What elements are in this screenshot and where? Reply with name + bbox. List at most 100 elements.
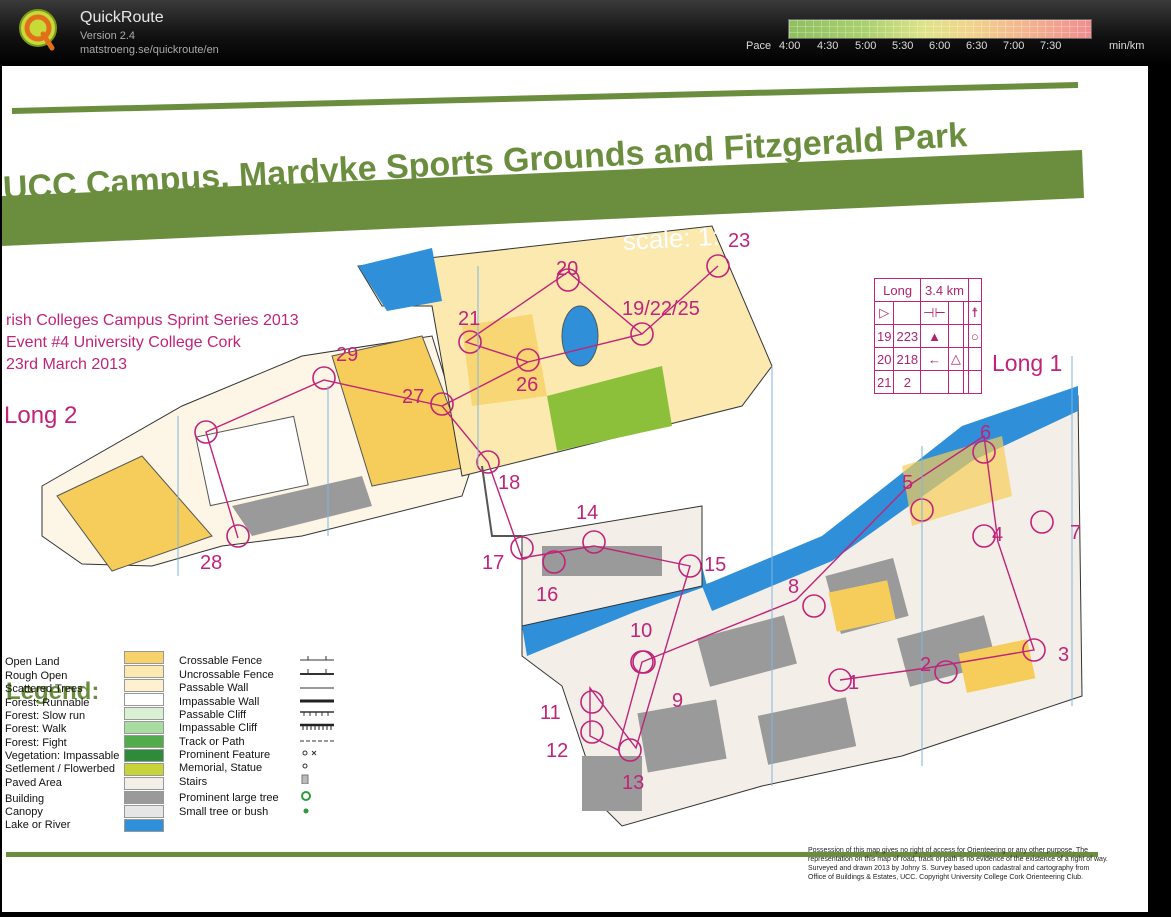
control-number: 8 [788, 576, 800, 598]
legend-label: Setlement / Flowerbed [5, 763, 116, 775]
open-triangle-icon: △ [947, 347, 964, 371]
legend-symbol-label: Prominent large tree [179, 792, 279, 804]
app-version: Version 2.4 [80, 30, 136, 42]
event-line: 23rd March 2013 [6, 356, 127, 373]
legend-label: Lake or River [5, 819, 71, 831]
cd-num: 20 [873, 347, 895, 371]
control-number: 10 [630, 620, 653, 642]
prominent-feature-icon [302, 750, 317, 756]
legend-swatch [124, 651, 164, 664]
legend-swatch [124, 805, 164, 818]
cd-code: 2 [893, 370, 922, 394]
fence-symbol-icon [300, 656, 334, 661]
legend-label: Building [5, 793, 45, 805]
control-number: 11 [540, 702, 561, 724]
control-number: 13 [622, 772, 645, 794]
cd-cell [967, 370, 982, 394]
cd-cell [967, 347, 982, 371]
legend-label: Forest: Walk [5, 723, 67, 735]
control-number: 21 [458, 308, 481, 330]
event-line: rish Colleges Campus Sprint Series 2013 [6, 312, 299, 329]
pace-tick: 6:30 [966, 40, 988, 52]
large-tree-icon [301, 791, 311, 801]
cd-cell [947, 301, 964, 325]
cd-code: 218 [893, 347, 922, 371]
cd-cell [947, 324, 964, 348]
pace-tick: 4:00 [779, 40, 801, 52]
uncrossable-fence-icon [300, 669, 334, 675]
legend-swatch [124, 777, 164, 790]
passable-wall-icon [300, 687, 334, 689]
cd-length: 3.4 km [920, 278, 969, 302]
pace-tick: 5:30 [892, 40, 914, 52]
quickroute-logo-icon [19, 9, 57, 51]
legend-symbol-label: Stairs [179, 776, 208, 788]
legend-symbol-label: Prominent Feature [179, 749, 271, 761]
cd-course: Long [873, 278, 922, 302]
legend-symbol-label: Memorial, Statue [179, 762, 263, 774]
legend-symbol-label: Passable Wall [179, 682, 249, 694]
control-number: 26 [516, 374, 539, 396]
control-description: Long 3.4 km ▷ ⊣⊢ ☨ 19 223 ▲ ○ 20 218 ← △… [873, 278, 1078, 400]
control-number: 23 [728, 230, 751, 252]
pace-unit: min/km [1109, 40, 1145, 52]
cd-cell [893, 301, 922, 325]
control-number: 28 [200, 552, 223, 574]
app-name: QuickRoute [80, 9, 164, 26]
start-triangle-icon: ▷ [873, 301, 895, 325]
passable-cliff-icon [300, 711, 334, 716]
control-number: 1 [848, 672, 860, 694]
cd-code: 223 [893, 324, 922, 348]
pace-tick: 5:00 [855, 40, 877, 52]
pace-tick: 6:00 [929, 40, 951, 52]
legend-swatch [124, 749, 164, 762]
legend-swatch [124, 735, 164, 748]
legend-swatch [124, 819, 164, 832]
control-number: 3 [1058, 644, 1070, 666]
pace-color-scale [788, 19, 1092, 39]
map-copyright: Possession of this map gives no right of… [808, 847, 1108, 881]
control-number: 18 [498, 472, 521, 494]
control-number: 17 [482, 552, 505, 574]
legend-label: Scattered Trees [5, 683, 83, 695]
impassable-cliff-icon [300, 723, 334, 730]
legend-label: Open Land [5, 656, 60, 668]
pace-tick: 7:30 [1040, 40, 1062, 52]
legend-symbol-label: Uncrossable Fence [179, 669, 274, 681]
person-icon: ☨ [967, 301, 982, 325]
app-header: QuickRoute Version 2.4 matstroeng.se/qui… [0, 0, 1171, 66]
memorial-icon [302, 763, 308, 769]
control-number: 20 [556, 258, 579, 280]
control-number: 5 [902, 472, 914, 494]
event-line: Event #4 University College Cork [6, 334, 241, 351]
legend-label: Vegetation: Impassable [5, 750, 120, 762]
legend-swatch [124, 693, 164, 706]
legend-swatch [124, 721, 164, 734]
left-arrow-icon: ← [920, 347, 949, 371]
control-number: 7 [1070, 522, 1082, 544]
filled-triangle-icon: ▲ [920, 324, 949, 348]
legend-label: Forest: Slow run [5, 710, 86, 722]
app-url[interactable]: matstroeng.se/quickroute/en [80, 44, 219, 56]
control-number: 29 [336, 344, 359, 366]
legend-label: Forest: Fight [5, 737, 67, 749]
legend-swatch [124, 791, 164, 804]
small-tree-icon [303, 808, 309, 814]
legend-symbol-label: Passable Cliff [179, 709, 247, 721]
control-number: 9 [672, 690, 684, 712]
control-number: 12 [546, 740, 569, 762]
pace-tick: 7:00 [1003, 40, 1025, 52]
control-number: 6 [980, 422, 992, 444]
legend-swatch [124, 707, 164, 720]
track-symbol-icon [300, 740, 334, 742]
control-number: 16 [536, 584, 559, 606]
cd-cell [920, 370, 949, 394]
control-number: 15 [704, 554, 727, 576]
control-number: 19/22/25 [622, 298, 700, 320]
cd-num: 21 [873, 370, 895, 394]
legend-symbol-label: Small tree or bush [179, 806, 269, 818]
impassable-wall-icon [300, 699, 334, 703]
orienteering-map[interactable]: UCC Campus, Mardyke Sports Grounds and F… [2, 66, 1148, 912]
legend-label: Paved Area [5, 777, 62, 789]
cd-num: 19 [873, 324, 895, 348]
